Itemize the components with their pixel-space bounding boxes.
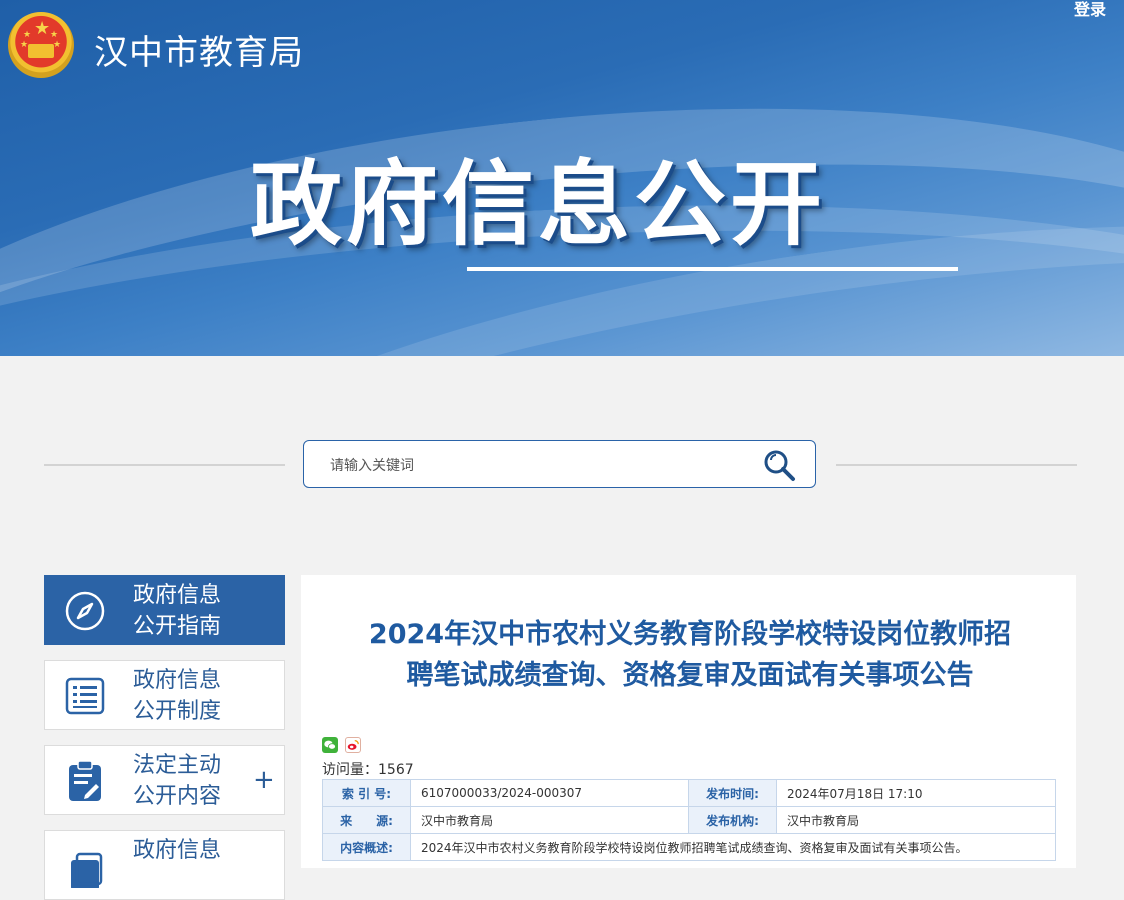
compass-icon	[65, 591, 105, 631]
meta-value: 汉中市教育局	[410, 806, 689, 834]
divider-left	[44, 464, 285, 466]
meta-key: 来 源:	[322, 806, 411, 834]
national-emblem-icon: ★ ★ ★ ★ ★	[8, 12, 74, 78]
table-row: 来 源: 汉中市教育局 发布机构: 汉中市教育局	[322, 806, 1056, 834]
expand-icon[interactable]: +	[253, 766, 275, 794]
search-box	[303, 440, 816, 488]
weibo-icon[interactable]	[345, 737, 361, 753]
sidebar-item-annual[interactable]: 政府信息	[44, 830, 285, 900]
meta-key: 发布时间:	[688, 779, 777, 807]
header-banner: ★ ★ ★ ★ ★ 汉中市教育局 登录 政府信息公开	[0, 0, 1124, 356]
meta-value: 2024年汉中市农村义务教育阶段学校特设岗位教师招聘笔试成绩查询、资格复审及面试…	[410, 833, 1056, 861]
sidebar-item-label: 政府信息	[133, 583, 222, 608]
article-title-line: 2024年汉中市农村义务教育阶段学校特设岗位教师招	[368, 619, 1012, 650]
hero-underline	[467, 267, 958, 271]
meta-key: 内容概述:	[322, 833, 411, 861]
site-title[interactable]: 汉中市教育局	[94, 28, 304, 78]
list-icon	[65, 677, 105, 715]
sidebar-item-label: 公开指南	[133, 614, 222, 639]
meta-key: 索 引 号:	[322, 779, 411, 807]
sidebar-item-label: 政府信息	[133, 838, 222, 863]
hero-title: 政府信息公开	[250, 151, 827, 258]
meta-value: 2024年07月18日 17:10	[776, 779, 1056, 807]
search-input[interactable]	[328, 453, 732, 479]
sidebar-item-label: 政府信息	[133, 668, 222, 693]
sidebar-item-system[interactable]: 政府信息 公开制度	[44, 660, 285, 730]
wechat-icon[interactable]	[322, 737, 338, 753]
sidebar-item-label: 公开内容	[133, 784, 222, 809]
sidebar-item-statutory[interactable]: 法定主动 公开内容 +	[44, 745, 285, 815]
divider-right	[836, 464, 1077, 466]
table-row: 索 引 号: 6107000033/2024-000307 发布时间: 2024…	[322, 779, 1056, 807]
meta-value: 汉中市教育局	[776, 806, 1056, 834]
sidebar-item-guide[interactable]: 政府信息 公开指南	[44, 575, 285, 645]
visit-count-value: 1567	[378, 762, 414, 778]
visit-count: 访问量：1567	[322, 760, 414, 780]
search-icon[interactable]	[760, 447, 800, 483]
sidebar-item-label: 法定主动	[133, 753, 222, 778]
meta-key: 发布机构:	[688, 806, 777, 834]
visit-count-label: 访问量：	[322, 762, 378, 778]
table-row: 内容概述: 2024年汉中市农村义务教育阶段学校特设岗位教师招聘笔试成绩查询、资…	[322, 833, 1056, 861]
metadata-table: 索 引 号: 6107000033/2024-000307 发布时间: 2024…	[322, 779, 1056, 861]
article-title-line: 聘笔试成绩查询、资格复审及面试有关事项公告	[406, 660, 974, 691]
document-icon	[71, 852, 103, 888]
article-title: 2024年汉中市农村义务教育阶段学校特设岗位教师招 聘笔试成绩查询、资格复审及面…	[334, 614, 1046, 696]
sidebar-item-label: 公开制度	[133, 699, 222, 724]
meta-value: 6107000033/2024-000307	[410, 779, 689, 807]
login-link[interactable]: 登录	[1074, 0, 1106, 20]
clipboard-icon	[69, 760, 101, 801]
